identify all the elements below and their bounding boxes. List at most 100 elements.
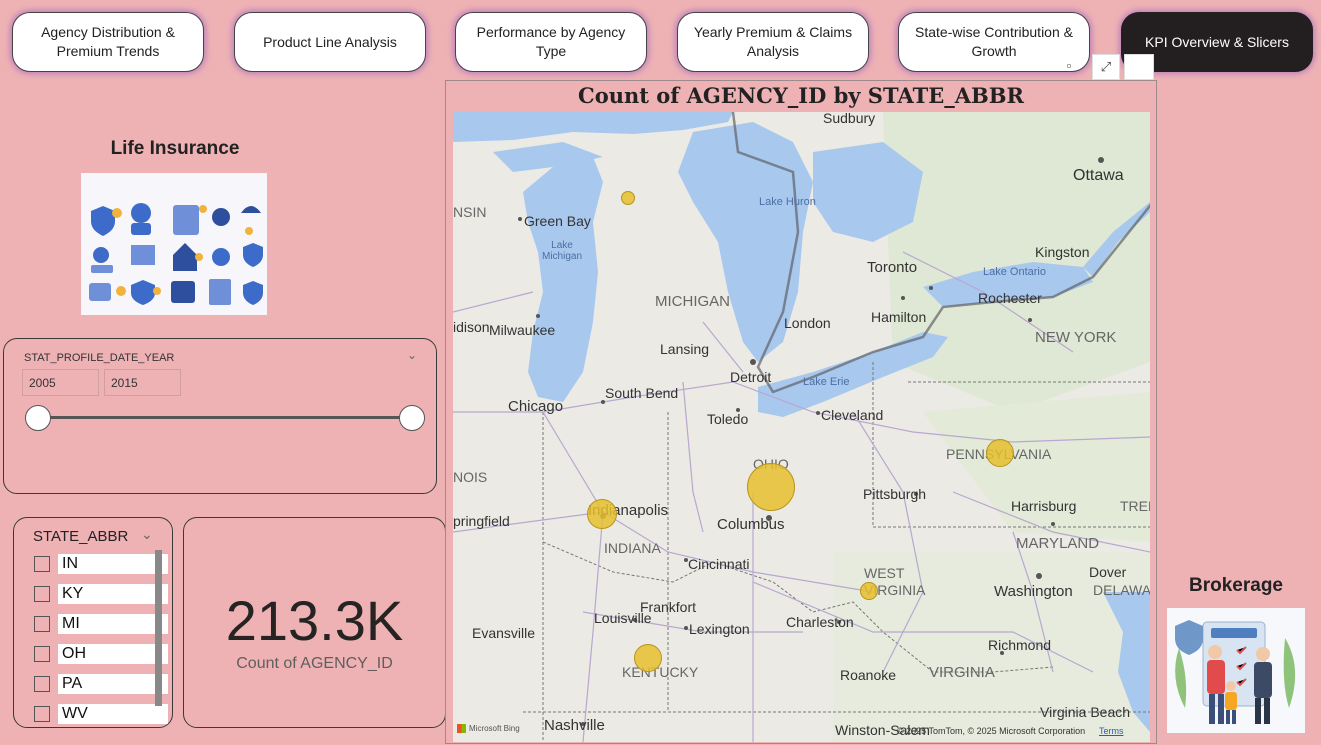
year-end-handle[interactable] <box>399 405 425 431</box>
map-label: Sudbury <box>823 112 876 126</box>
map-label: Ottawa <box>1073 167 1124 184</box>
list-item[interactable]: OH <box>34 643 168 665</box>
map-label: KENTUCKY <box>622 664 699 680</box>
map-label: Louisville <box>594 610 652 626</box>
bubble-mi[interactable] <box>621 191 635 205</box>
checkbox[interactable] <box>34 706 50 722</box>
state-label: IN <box>58 554 168 574</box>
brokerage-illustration <box>1167 608 1305 733</box>
map-label: Columbus <box>717 516 785 533</box>
state-label: WV <box>58 704 168 724</box>
checkbox[interactable] <box>34 676 50 692</box>
more-options-icon[interactable] <box>1124 54 1154 80</box>
filter-icon[interactable]: ▫ <box>1058 52 1080 78</box>
kpi-label: Count of AGENCY_ID <box>236 655 393 672</box>
map-label: NSIN <box>453 204 487 220</box>
tab-performance-by-agency-type[interactable]: Performance by Agency Type <box>455 12 647 72</box>
kpi-value: 213.3K <box>225 589 404 652</box>
map-label: DELAWA <box>1093 582 1150 598</box>
year-end-field[interactable]: 2015 <box>104 369 181 396</box>
focus-mode-icon[interactable]: ⤢ <box>1092 54 1120 80</box>
map-label: Cincinnati <box>688 556 750 572</box>
bing-logo-text: Microsoft Bing <box>469 724 520 733</box>
map-label: Charleston <box>786 614 854 630</box>
map-label: VIRGINIA <box>929 664 995 681</box>
map-label: Toledo <box>707 411 749 427</box>
map-label: Detroit <box>730 369 772 385</box>
map-label: Kingston <box>1035 244 1090 260</box>
bubble-wv[interactable] <box>860 582 878 600</box>
map-label: Nashville <box>544 717 605 734</box>
checkbox[interactable] <box>34 586 50 602</box>
map-label: Green Bay <box>524 213 591 229</box>
bubble-pa[interactable] <box>986 439 1014 467</box>
list-item[interactable]: PA <box>34 673 168 695</box>
map-title: Count of AGENCY_ID by STATE_ABBR <box>578 83 1024 108</box>
map-label: Lake Ontario <box>983 266 1046 278</box>
map-label: Chicago <box>508 398 564 415</box>
map-label: Roanoke <box>840 667 897 683</box>
map-label: Washington <box>994 583 1073 600</box>
terms-link[interactable]: Terms <box>1099 726 1124 736</box>
tab-yearly-premium-claims[interactable]: Yearly Premium & Claims Analysis <box>677 12 869 72</box>
map-label: MARYLAND <box>1016 535 1100 552</box>
list-item[interactable]: WV <box>34 703 168 725</box>
map-label: INDIANA <box>604 540 661 556</box>
map-label: Hamilton <box>871 309 927 325</box>
state-label: KY <box>58 584 168 604</box>
life-insurance-title: Life Insurance <box>110 138 240 159</box>
map-label: London <box>784 315 831 331</box>
checkbox[interactable] <box>34 556 50 572</box>
bing-logo: Microsoft Bing <box>457 724 520 733</box>
map-label: idison <box>453 319 490 335</box>
list-item[interactable]: KY <box>34 583 168 605</box>
year-start-handle[interactable] <box>25 405 51 431</box>
map-label: NEW YORK <box>1035 329 1117 346</box>
map-label: pringfield <box>453 513 510 529</box>
list-item[interactable]: IN <box>34 553 168 575</box>
map-label: Milwaukee <box>489 322 556 338</box>
year-slicer-title: STAT_PROFILE_DATE_YEAR <box>24 352 175 364</box>
map-label: Lansing <box>660 341 710 357</box>
map-attribution: © 2025 TomTom, © 2025 Microsoft Corporat… <box>897 726 1086 736</box>
map-label: Toronto <box>867 259 918 276</box>
map-label: NOIS <box>453 469 488 485</box>
list-item[interactable]: MI <box>34 613 168 635</box>
state-label: PA <box>58 674 168 694</box>
brokerage-title: Brokerage <box>1189 575 1283 596</box>
map-label: Pittsburgh <box>863 486 927 502</box>
chevron-down-icon[interactable]: ⌄ <box>141 526 153 543</box>
year-slicer: STAT_PROFILE_DATE_YEAR ⌄ 2005 2015 <box>3 338 437 494</box>
checkbox[interactable] <box>34 616 50 632</box>
bubble-oh[interactable] <box>747 463 795 511</box>
map-label: Evansville <box>472 625 536 641</box>
life-insurance-illustration <box>81 173 267 315</box>
kpi-card: 213.3K Count of AGENCY_ID <box>183 517 446 728</box>
map-label: Richmond <box>988 637 1052 653</box>
checkbox[interactable] <box>34 646 50 662</box>
chevron-down-icon[interactable]: ⌄ <box>407 348 417 362</box>
map-label: Cleveland <box>821 407 884 423</box>
map-label: Lake Huron <box>759 196 816 208</box>
map-label: Rochester <box>978 290 1042 306</box>
bubble-in[interactable] <box>587 499 617 529</box>
scrollbar[interactable] <box>155 550 162 706</box>
map-visual: Count of AGENCY_ID by STATE_ABBR Sudbury… <box>445 80 1157 744</box>
year-range-track[interactable] <box>38 416 412 419</box>
year-start-field[interactable]: 2005 <box>22 369 99 396</box>
map-label: Lake Michigan <box>542 240 583 262</box>
state-label: OH <box>58 644 168 664</box>
bubble-ky[interactable] <box>634 644 662 672</box>
tab-agency-distribution[interactable]: Agency Distribution & Premium Trends <box>12 12 204 72</box>
map-label: MICHIGAN <box>655 293 730 310</box>
map-label: Virginia Beach <box>1040 704 1131 720</box>
map-label: Lake Erie <box>803 376 850 388</box>
tab-product-line-analysis[interactable]: Product Line Analysis <box>234 12 426 72</box>
map-label: Dover <box>1089 564 1127 580</box>
state-label: MI <box>58 614 168 634</box>
map-canvas[interactable]: Sudbury Ottawa Kingston Toronto Lake Ont… <box>453 112 1150 742</box>
map-label: South Bend <box>605 385 679 401</box>
map-label: TREN <box>1120 498 1150 514</box>
map-label: Lexington <box>689 621 750 637</box>
map-label: Harrisburg <box>1011 498 1077 514</box>
